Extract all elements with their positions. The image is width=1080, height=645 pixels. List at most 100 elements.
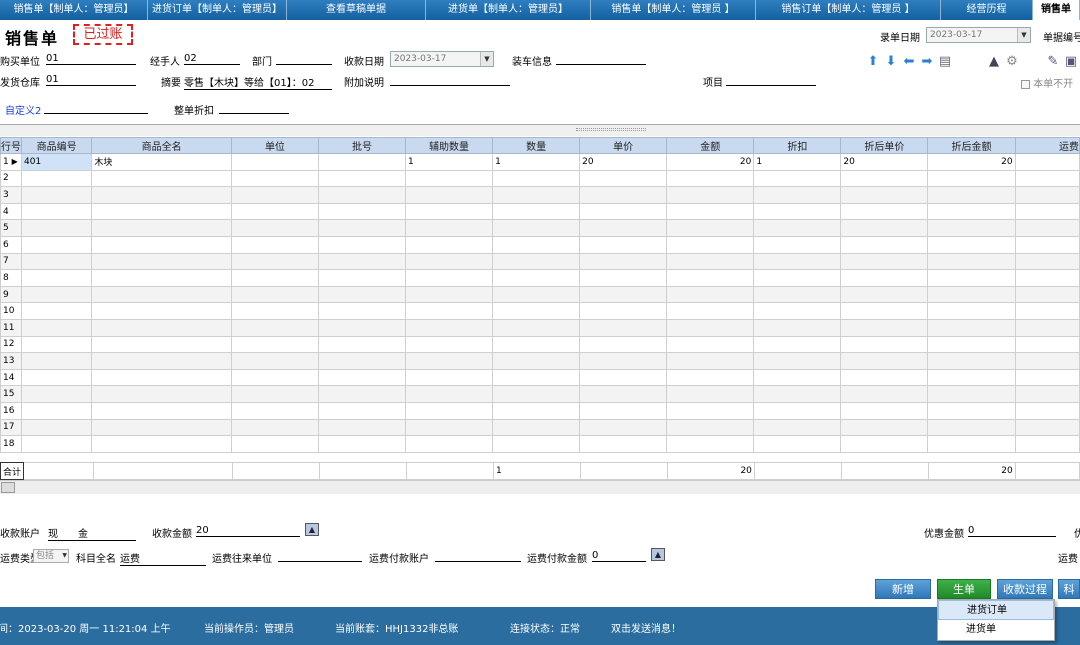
col-batch[interactable]: 批号 xyxy=(317,137,407,154)
grid-cell[interactable] xyxy=(1014,252,1080,271)
tab-purchase-order[interactable]: 进货订单【制单人：管理员】 xyxy=(148,0,287,20)
grid-cell[interactable] xyxy=(492,368,581,387)
grid-cell[interactable] xyxy=(1014,235,1080,254)
grid-cell[interactable] xyxy=(405,186,494,204)
grid-cell[interactable] xyxy=(840,385,929,403)
grid-cell[interactable] xyxy=(317,186,407,204)
grid-cell[interactable] xyxy=(230,318,319,337)
table-row[interactable]: 9 xyxy=(0,285,1080,304)
grid-cell[interactable] xyxy=(317,418,407,437)
tab-drafts[interactable]: 查看草稿单据 xyxy=(287,0,426,20)
grid-cell[interactable] xyxy=(579,401,668,420)
grid-cell[interactable] xyxy=(840,219,929,237)
grid-cell[interactable] xyxy=(666,186,755,204)
col-disc-amount[interactable]: 折后金额 xyxy=(927,137,1016,154)
col-price[interactable]: 单价 xyxy=(579,137,668,154)
table-row[interactable]: 8 xyxy=(0,269,1080,287)
grid-cell[interactable] xyxy=(405,352,494,370)
summary-field[interactable]: 零售【木块】等给【01】：02 xyxy=(184,74,332,90)
table-row[interactable]: 1 ▶ 401 木块 1 1 20 20 1 20 20 xyxy=(0,153,1080,171)
discount-amount-field[interactable]: 0 xyxy=(968,525,1056,537)
table-row[interactable]: 5 xyxy=(0,219,1080,237)
arrow-left-icon[interactable]: ⬅ xyxy=(900,54,918,69)
grid-cell[interactable] xyxy=(91,368,232,387)
print-icon[interactable]: ▲ xyxy=(985,54,1003,69)
grid-cell[interactable] xyxy=(579,435,668,453)
grid-cell[interactable] xyxy=(927,202,1016,221)
grid-cell[interactable] xyxy=(753,435,842,453)
record-date-field[interactable]: 2023-03-17 ▼ xyxy=(926,27,1031,43)
table-row[interactable]: 10 xyxy=(0,302,1080,320)
grid-cell[interactable] xyxy=(20,385,93,403)
grid-cell[interactable] xyxy=(840,318,929,337)
grid-cell[interactable] xyxy=(20,269,93,287)
grid-cell[interactable] xyxy=(230,302,319,320)
grid-cell[interactable] xyxy=(20,219,93,237)
grid-cell[interactable] xyxy=(579,318,668,337)
grid-cell[interactable] xyxy=(230,401,319,420)
col-disc-price[interactable]: 折后单价 xyxy=(840,137,929,154)
col-aux-qty[interactable]: 辅助数量 xyxy=(405,137,494,154)
grid-cell[interactable] xyxy=(579,235,668,254)
col-unit[interactable]: 单位 xyxy=(230,137,319,154)
grid-cell[interactable] xyxy=(492,235,581,254)
grid-cell[interactable] xyxy=(753,401,842,420)
grid-cell[interactable] xyxy=(317,219,407,237)
grid-cell[interactable] xyxy=(20,401,93,420)
grid-cell[interactable] xyxy=(753,269,842,287)
table-row[interactable]: 7 xyxy=(0,252,1080,271)
grid-cell[interactable] xyxy=(753,202,842,221)
grid-cell[interactable] xyxy=(405,285,494,304)
grid-cell[interactable] xyxy=(666,235,755,254)
grid-cell[interactable] xyxy=(579,202,668,221)
grid-cell[interactable] xyxy=(927,335,1016,354)
splitter[interactable] xyxy=(0,124,1080,136)
grid-cell[interactable] xyxy=(927,252,1016,271)
grid-cell[interactable] xyxy=(840,302,929,320)
subject-field[interactable]: 运费 xyxy=(120,550,206,566)
freight-unit-field[interactable] xyxy=(278,550,362,562)
grid-cell[interactable] xyxy=(405,435,494,453)
table-row[interactable]: 6 xyxy=(0,235,1080,254)
grid-cell[interactable] xyxy=(753,318,842,337)
grid-cell[interactable] xyxy=(927,368,1016,387)
grid-cell[interactable] xyxy=(492,169,581,188)
table-row[interactable]: 4 xyxy=(0,202,1080,221)
receive-date-field[interactable]: 2023-03-17 ▼ xyxy=(390,51,494,67)
grid-cell[interactable] xyxy=(579,285,668,304)
tab-sales-1[interactable]: 销售单【制单人：管理员】 xyxy=(0,0,148,20)
grid-cell[interactable] xyxy=(91,186,232,204)
grid-cell[interactable] xyxy=(666,169,755,188)
grid-cell[interactable] xyxy=(317,269,407,287)
grid-cell[interactable] xyxy=(230,219,319,237)
grid-cell[interactable] xyxy=(317,285,407,304)
grid-cell[interactable] xyxy=(927,169,1016,188)
grid-cell[interactable] xyxy=(492,285,581,304)
grid-cell[interactable] xyxy=(492,252,581,271)
arrow-down-icon[interactable]: ⬇ xyxy=(882,54,900,69)
col-amount[interactable]: 金额 xyxy=(666,137,755,154)
grid-cell[interactable] xyxy=(492,418,581,437)
grid-cell[interactable] xyxy=(579,186,668,204)
grid-cell[interactable] xyxy=(753,169,842,188)
grid-cell[interactable] xyxy=(666,269,755,287)
grid-cell[interactable] xyxy=(317,302,407,320)
grid-cell[interactable] xyxy=(492,269,581,287)
receive-amount-field[interactable]: 20 xyxy=(196,525,300,537)
grid-cell[interactable] xyxy=(579,418,668,437)
grid-cell[interactable] xyxy=(492,219,581,237)
grid-cell[interactable] xyxy=(840,401,929,420)
grid-cell[interactable] xyxy=(666,252,755,271)
grid-cell[interactable] xyxy=(1014,302,1080,320)
grid-cell[interactable] xyxy=(666,202,755,221)
grid-cell[interactable] xyxy=(317,169,407,188)
buyer-field[interactable]: 01 xyxy=(46,53,136,65)
grid-cell[interactable] xyxy=(666,335,755,354)
cell-amount[interactable]: 20 xyxy=(666,153,755,171)
grid-cell[interactable] xyxy=(1014,219,1080,237)
grid-cell[interactable] xyxy=(230,368,319,387)
grid-cell[interactable] xyxy=(927,186,1016,204)
grid-cell[interactable] xyxy=(927,269,1016,287)
settings-icon[interactable]: ⚙ xyxy=(1003,54,1021,69)
grid-cell[interactable] xyxy=(405,368,494,387)
